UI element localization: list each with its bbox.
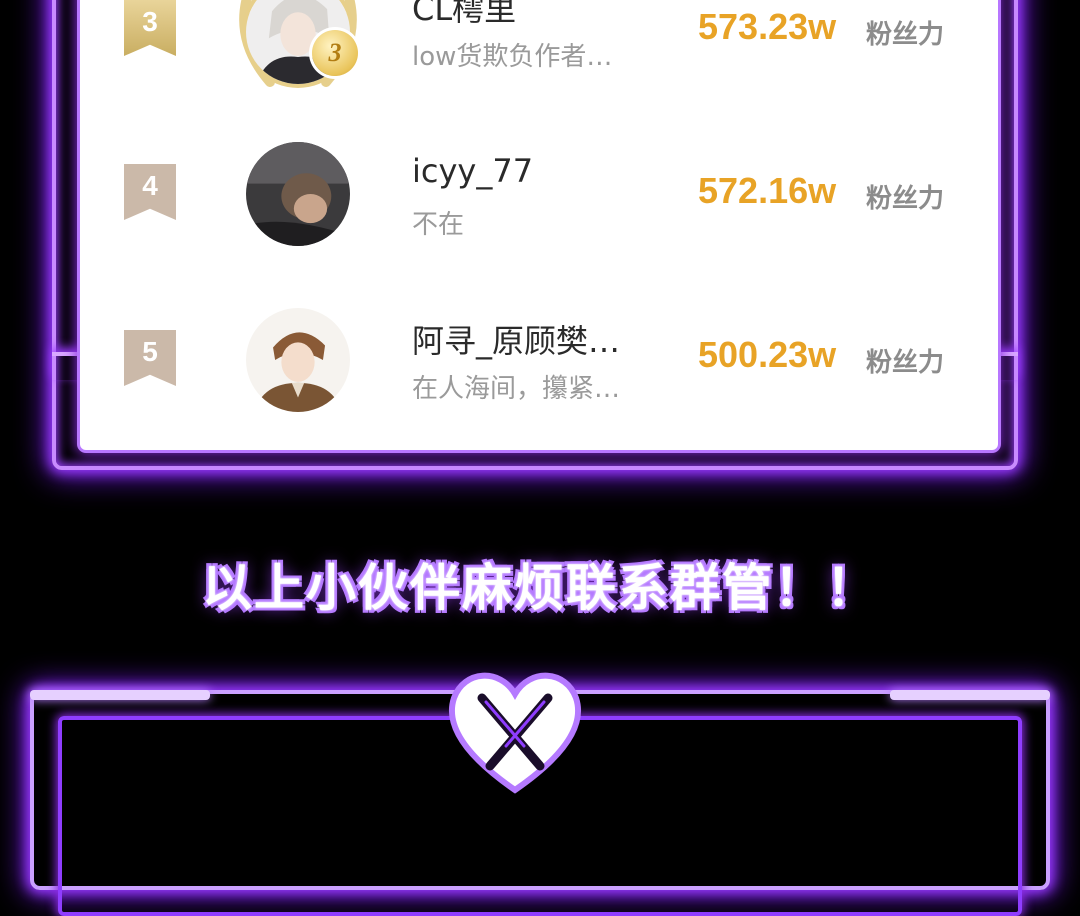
user-name: icyy_77	[412, 152, 534, 190]
rank-badge: 3	[124, 0, 176, 56]
fan-power-score: 500.23w	[698, 334, 837, 375]
fan-power-label: 粉丝力	[866, 184, 945, 214]
user-signature: low货欺负作者…	[412, 42, 613, 72]
photo-avatar	[246, 142, 350, 246]
heart-crossed-knives-icon	[448, 672, 582, 794]
bottom-neon-bar-right	[890, 690, 1050, 700]
rank-medal: 3	[312, 30, 358, 76]
user-name: CL樗里	[412, 0, 517, 28]
fan-power-label: 粉丝力	[866, 20, 945, 50]
user-signature: 不在	[412, 210, 465, 240]
bottom-neon-bar-left	[30, 690, 210, 700]
notice-banner: 以上小伙伴麻烦联系群管！！	[202, 559, 878, 617]
user-signature: 在人海间，攥紧…	[412, 374, 621, 404]
user-name: 阿寻_原顾樊…	[412, 322, 621, 360]
fan-power-score: 572.16w	[698, 170, 837, 211]
ranking-row-3[interactable]: 3 3 CL樗里 low货欺负作者… 573.23w 粉丝力	[80, 0, 998, 140]
fan-power-label: 粉丝力	[866, 348, 945, 378]
ranking-row-5[interactable]: 5 阿寻_原顾樊… 在人海间，攥紧… 500.23w 粉丝力	[80, 308, 998, 450]
rank-badge: 4	[124, 164, 176, 220]
rank-badge: 5	[124, 330, 176, 386]
user-avatar[interactable]	[246, 142, 350, 246]
ranking-row-4[interactable]: 4 icyy_77 不在 572.16w 粉丝力	[80, 142, 998, 304]
ranking-card: 3 3 CL樗里 low货欺负作者… 573.23w 粉丝力 4 icyy_77…	[80, 0, 998, 450]
user-avatar[interactable]	[246, 308, 350, 412]
fan-power-score: 573.23w	[698, 6, 837, 47]
suited-character-avatar	[246, 308, 350, 412]
